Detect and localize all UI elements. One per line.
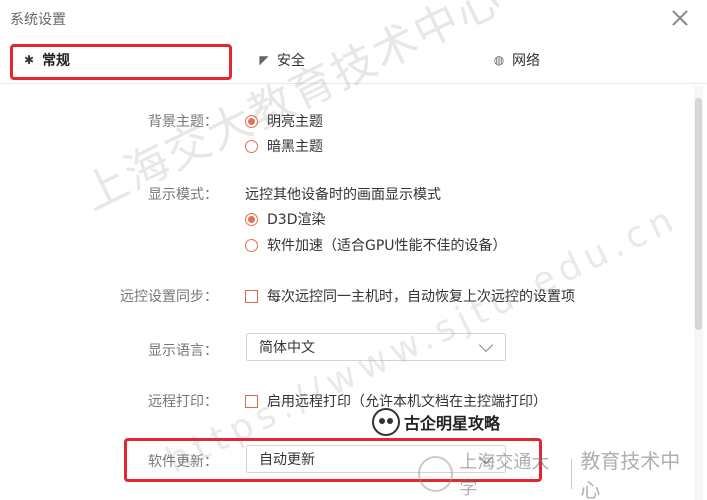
tab-network-label: 网络 <box>512 53 540 69</box>
display-software-label: 软件加速（适合GPU性能不佳的设备） <box>267 238 507 254</box>
overlay-badge: 古企明星攻略 <box>372 408 500 436</box>
tab-network[interactable]: ◍ 网络 <box>492 38 540 82</box>
chevron-down-icon <box>478 337 494 353</box>
logo-department: 教育技术中心 <box>580 449 681 500</box>
tab-general-label: 常规 <box>42 53 70 69</box>
globe-icon: ◍ <box>493 53 505 67</box>
chevron-down-icon <box>478 449 494 465</box>
face-icon <box>372 408 400 436</box>
language-select-value: 简体中文 <box>259 340 315 356</box>
sync-label: 远控设置同步： <box>120 289 218 305</box>
badge-text: 古企明星攻略 <box>404 414 501 433</box>
display-d3d-option[interactable]: D3D渲染 <box>245 209 325 229</box>
sync-checkbox[interactable] <box>245 289 258 303</box>
scrollbar-thumb[interactable] <box>695 98 702 330</box>
shield-icon: ◤ <box>259 53 269 67</box>
display-software-option[interactable]: 软件加速（适合GPU性能不佳的设备） <box>245 235 507 255</box>
display-label: 显示模式： <box>148 187 218 203</box>
language-select[interactable]: 简体中文 <box>246 333 506 361</box>
update-select[interactable]: 自动更新 <box>246 445 506 473</box>
printing-checkbox[interactable] <box>245 394 258 408</box>
tab-general[interactable]: ✱ 常规 <box>12 38 232 82</box>
theme-light-option[interactable]: 明亮主题 <box>245 111 323 131</box>
printing-checkbox-label: 启用远程打印（允许本机文档在主控端打印） <box>267 394 547 410</box>
sync-checkbox-label: 每次远控同一主机时，自动恢复上次远控的设置项 <box>267 289 575 305</box>
theme-dark-option[interactable]: 暗黑主题 <box>245 136 323 156</box>
logo-divider <box>571 459 573 489</box>
sync-option[interactable]: 每次远控同一主机时，自动恢复上次远控的设置项 <box>245 286 575 306</box>
update-select-value: 自动更新 <box>259 452 315 468</box>
radio-checked[interactable] <box>245 212 258 226</box>
display-d3d-label: D3D渲染 <box>267 212 326 228</box>
close-icon[interactable] <box>669 7 691 29</box>
theme-light-label: 明亮主题 <box>267 114 323 130</box>
title-bar: 系统设置 <box>0 0 707 36</box>
printing-option[interactable]: 启用远程打印（允许本机文档在主控端打印） <box>245 391 547 411</box>
radio-checked[interactable] <box>245 114 258 128</box>
theme-label: 背景主题： <box>148 114 218 130</box>
gear-icon: ✱ <box>23 53 35 67</box>
scrollbar[interactable] <box>694 86 703 500</box>
radio-unchecked[interactable] <box>245 238 258 252</box>
language-label: 显示语言： <box>148 343 218 359</box>
printing-label: 远程打印： <box>148 394 218 410</box>
update-label: 软件更新： <box>148 454 218 470</box>
window-title: 系统设置 <box>10 12 66 28</box>
radio-unchecked[interactable] <box>245 139 258 153</box>
tab-bar: ✱ 常规 ◤ 安全 ◍ 网络 <box>0 38 707 84</box>
tab-security-label: 安全 <box>277 53 305 69</box>
display-description: 远控其他设备时的画面显示模式 <box>245 187 441 203</box>
theme-dark-label: 暗黑主题 <box>267 139 323 155</box>
tab-security[interactable]: ◤ 安全 <box>257 38 305 82</box>
